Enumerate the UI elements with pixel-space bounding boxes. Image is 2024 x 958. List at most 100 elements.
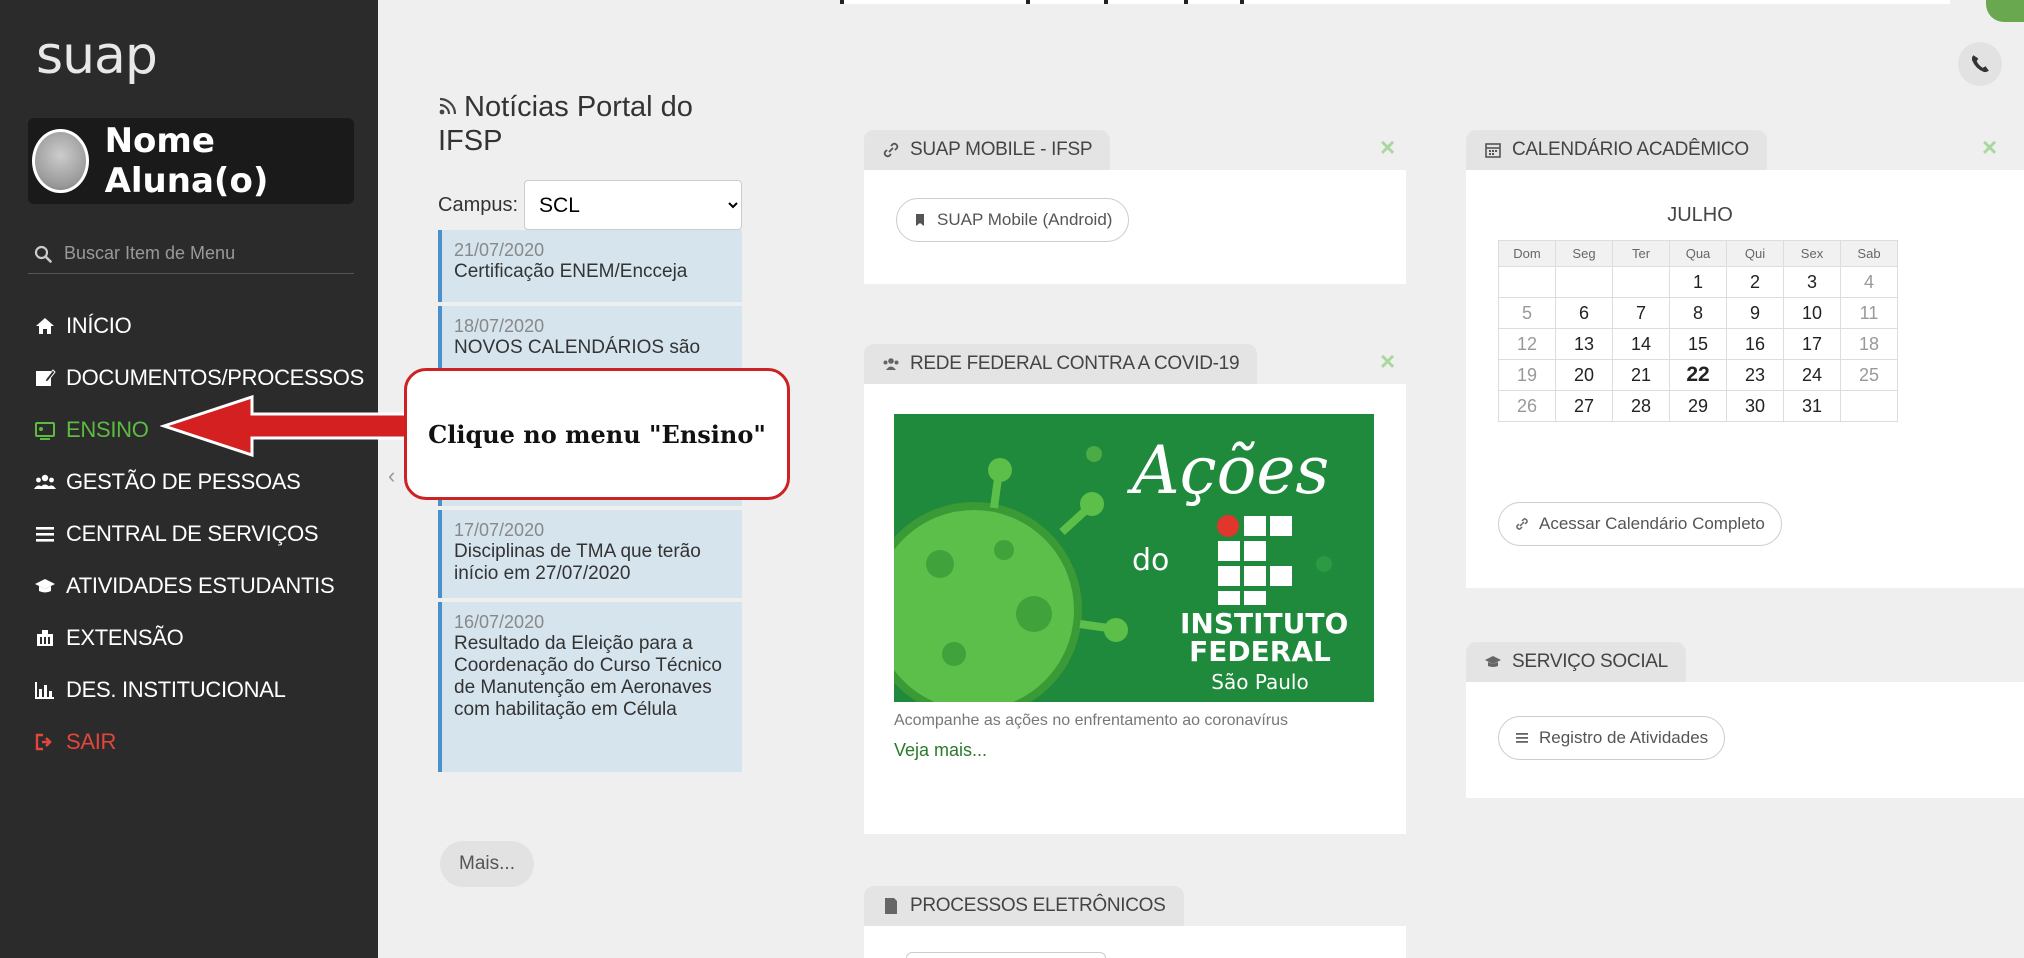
news-item[interactable]: 21/07/2020 Certificação ENEM/Encceja: [438, 230, 742, 302]
calendar-day[interactable]: 10: [1783, 297, 1841, 329]
calendar-day[interactable]: 14: [1612, 328, 1670, 360]
suap-logo[interactable]: suap: [36, 26, 158, 86]
calendar-weekday: Sab: [1840, 240, 1898, 267]
calendar-weekday: Dom: [1498, 240, 1556, 267]
calendar-week: 5 6 7 8 9 10 11: [1498, 297, 1898, 329]
news-text: Certificação ENEM/Encceja: [454, 261, 688, 282]
calendar-day[interactable]: 31: [1783, 390, 1841, 422]
calendar-day[interactable]: 5: [1498, 297, 1556, 329]
menu-search-input[interactable]: [64, 243, 344, 264]
calendar-day[interactable]: 22: [1669, 359, 1727, 391]
menu-item-label: DOCUMENTOS/PROCESSOS: [66, 365, 364, 390]
calendar-day[interactable]: 13: [1555, 328, 1613, 360]
covid-more-link[interactable]: Veja mais...: [894, 740, 987, 761]
campus-label: Campus:: [438, 193, 519, 216]
close-icon[interactable]: ×: [1982, 132, 1997, 163]
calendar-day[interactable]: 1: [1669, 266, 1727, 298]
menu-item-label: EXTENSÃO: [66, 625, 184, 650]
calendar-day: [1612, 266, 1670, 298]
corner-badge: [1986, 0, 2024, 22]
full-calendar-button[interactable]: Acessar Calendário Completo: [1498, 502, 1782, 546]
menu-item-label: ATIVIDADES ESTUDANTIS: [66, 573, 335, 598]
menu-item-atividades-estudantis[interactable]: ATIVIDADES ESTUDANTIS: [34, 560, 364, 612]
calendar-day[interactable]: 11: [1840, 297, 1898, 329]
user-name: Nome Aluna(o): [104, 121, 269, 201]
calendar-day[interactable]: 19: [1498, 359, 1556, 391]
calendar-day[interactable]: 12: [1498, 328, 1556, 360]
menu-item-label: DES. INSTITUCIONAL: [66, 677, 286, 702]
calendar-day[interactable]: 9: [1726, 297, 1784, 329]
graduation-cap-icon: [34, 575, 56, 597]
calendar-weekday: Ter: [1612, 240, 1670, 267]
users-icon: [34, 471, 56, 493]
main-menu: INÍCIO DOCUMENTOS/PROCESSOS ENSINO GESTÃ…: [34, 300, 364, 768]
registro-atividades-button[interactable]: Registro de Atividades: [1498, 716, 1726, 760]
covid-banner-image[interactable]: Ações do INSTITUTO FEDERAL São Paulo: [894, 414, 1374, 702]
calendar-week: 19 20 21 22 23 24 25: [1498, 359, 1898, 391]
sidebar: suap Nome Aluna(o) INÍCIO DOCUMENTOS/PRO…: [0, 0, 378, 958]
calendar-week: 26 27 28 29 30 31: [1498, 390, 1898, 422]
rss-icon: [439, 97, 457, 115]
phone-icon: [1971, 55, 1989, 73]
close-icon[interactable]: ×: [1380, 346, 1395, 377]
news-item[interactable]: 16/07/2020 Resultado da Eleição para a C…: [438, 602, 742, 772]
calendar-day[interactable]: 30: [1726, 390, 1784, 422]
top-decoration: [840, 0, 1950, 4]
calendar-day[interactable]: 6: [1555, 297, 1613, 329]
calendar-day[interactable]: 24: [1783, 359, 1841, 391]
campus-select[interactable]: SCL: [524, 180, 742, 230]
card-tab-servico-social: SERVIÇO SOCIAL: [1466, 642, 1686, 682]
list-icon: [34, 523, 56, 545]
menu-item-extensao[interactable]: EXTENSÃO: [34, 612, 364, 664]
card-tab-covid: REDE FEDERAL CONTRA A COVID-19: [864, 344, 1258, 384]
calendar-day[interactable]: 21: [1612, 359, 1670, 391]
menu-item-des-institucional[interactable]: DES. INSTITUCIONAL: [34, 664, 364, 716]
calendar-day[interactable]: 8: [1669, 297, 1727, 329]
bar-chart-icon: [34, 679, 56, 701]
annotation-text: Clique no menu "Ensino": [428, 419, 766, 449]
link-icon: [882, 141, 900, 159]
calendar-week: 1234: [1498, 266, 1898, 298]
menu-item-central-servicos[interactable]: CENTRAL DE SERVIÇOS: [34, 508, 364, 560]
menu-search: [28, 234, 354, 274]
calendar-day[interactable]: 2: [1726, 266, 1784, 298]
search-icon: [34, 245, 52, 263]
calendar-day[interactable]: 26: [1498, 390, 1556, 422]
presentation-board-icon: [34, 419, 56, 441]
calendar-day[interactable]: 17: [1783, 328, 1841, 360]
menu-item-sair[interactable]: SAIR: [34, 716, 364, 768]
close-icon[interactable]: ×: [1380, 132, 1395, 163]
news-panel: Notícias Portal do IFSP Campus: SCL: [438, 90, 742, 230]
calendar-day[interactable]: 3: [1783, 266, 1841, 298]
calendar-weekday: Seg: [1555, 240, 1613, 267]
news-title: Notícias Portal do IFSP: [438, 91, 693, 157]
calendar-day[interactable]: 16: [1726, 328, 1784, 360]
calendar-table: Dom Seg Ter Qua Qui Sex Sab 1 2 3 4 5 6 7 8 9 10 11 12 13 1…: [1498, 240, 1898, 422]
calendar-day[interactable]: 23: [1726, 359, 1784, 391]
calendar-day[interactable]: 15: [1669, 328, 1727, 360]
calendar-weekday: Sex: [1783, 240, 1841, 267]
processos-button[interactable]: [906, 952, 1106, 958]
news-date: 21/07/2020: [454, 240, 545, 260]
news-item[interactable]: 17/07/2020 Disciplinas de TMA que terão …: [438, 510, 742, 598]
campus-filter: Campus: SCL: [438, 180, 742, 230]
phone-button[interactable]: [1958, 42, 2002, 86]
suap-mobile-android-button[interactable]: SUAP Mobile (Android): [896, 198, 1130, 242]
calendar-day[interactable]: 27: [1555, 390, 1613, 422]
document-edit-icon: [34, 367, 56, 389]
user-profile[interactable]: Nome Aluna(o): [28, 118, 354, 204]
calendar-week: 12 13 14 15 16 17 18: [1498, 328, 1898, 360]
sidebar-collapse-icon[interactable]: ‹: [388, 463, 395, 489]
menu-item-gestao-pessoas[interactable]: GESTÃO DE PESSOAS: [34, 456, 364, 508]
more-news-button[interactable]: Mais...: [440, 841, 534, 887]
calendar-day[interactable]: 28: [1612, 390, 1670, 422]
calendar-icon: [1484, 141, 1502, 159]
calendar-day[interactable]: 25: [1840, 359, 1898, 391]
calendar-day[interactable]: 29: [1669, 390, 1727, 422]
calendar-day[interactable]: 18: [1840, 328, 1898, 360]
menu-item-inicio[interactable]: INÍCIO: [34, 300, 364, 352]
menu-item-label: CENTRAL DE SERVIÇOS: [66, 521, 319, 546]
calendar-day[interactable]: 4: [1840, 266, 1898, 298]
calendar-day[interactable]: 7: [1612, 297, 1670, 329]
calendar-day[interactable]: 20: [1555, 359, 1613, 391]
